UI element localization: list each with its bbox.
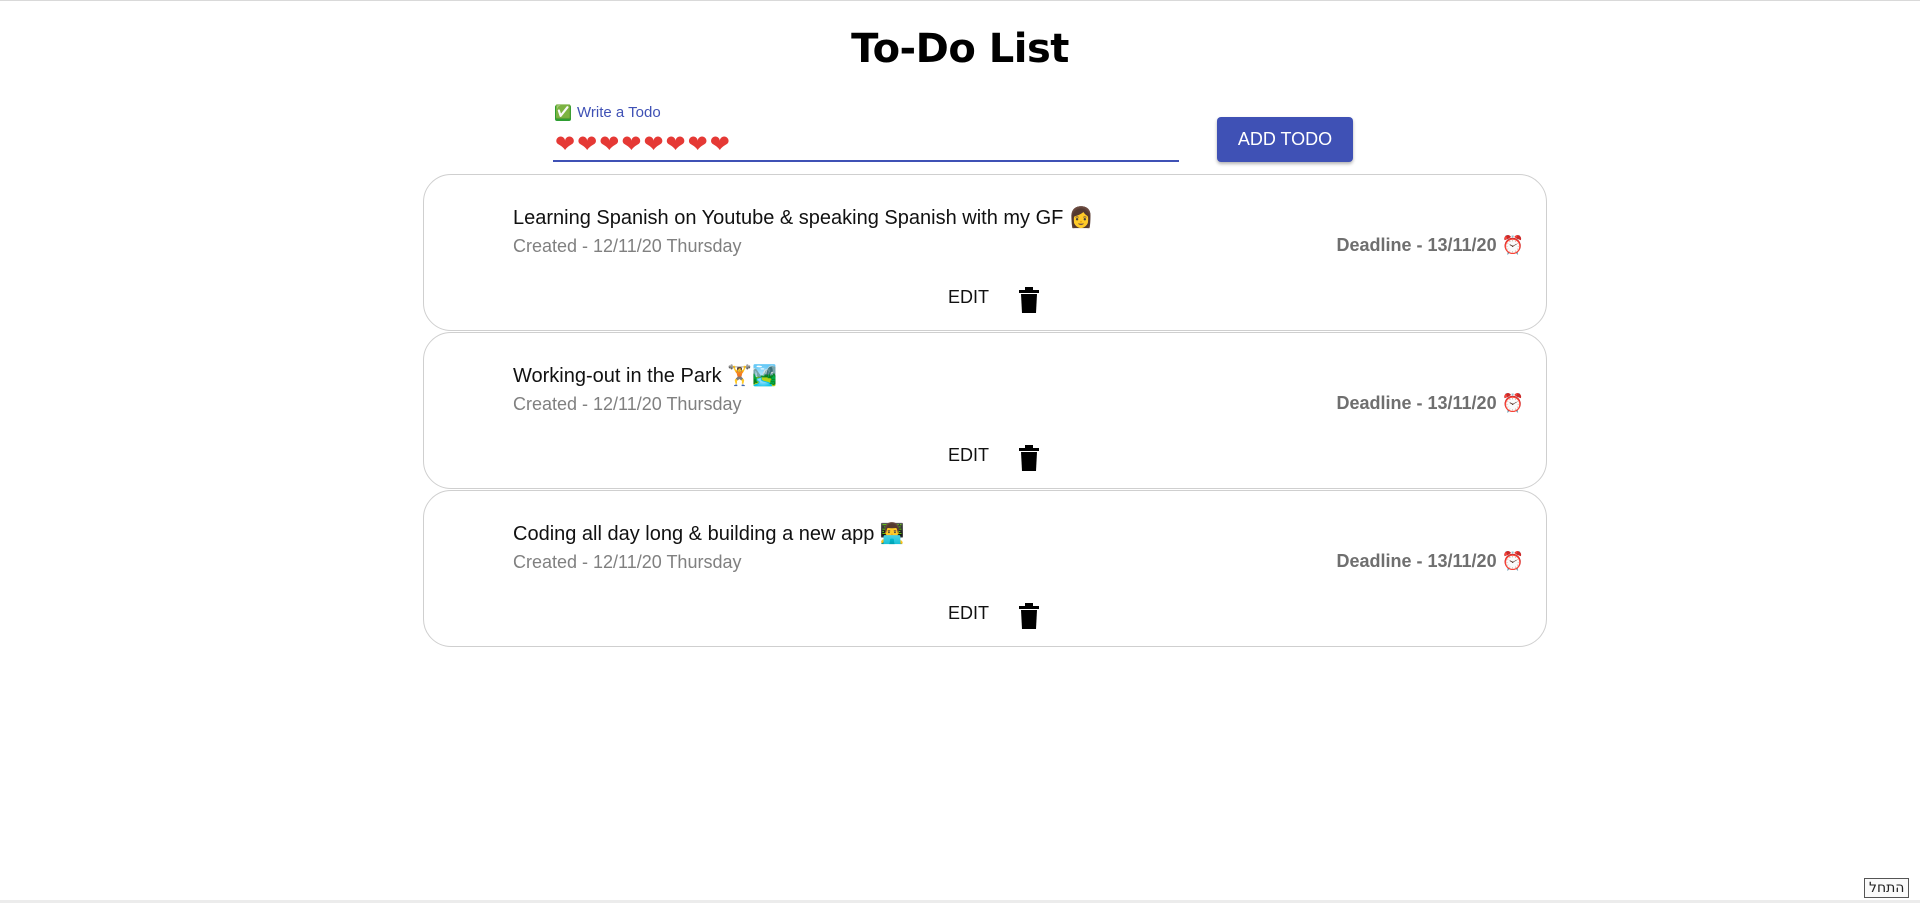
todo-created-date: Created - 12/11/20 Thursday [513,236,742,256]
edit-button[interactable]: EDIT [948,287,989,308]
edit-button[interactable]: EDIT [948,603,989,624]
todo-card: Learning Spanish on Youtube & speaking S… [423,174,1547,331]
edit-button[interactable]: EDIT [948,445,989,466]
todo-deadline: Deadline - 13/11/20 ⏰ [1336,551,1524,571]
trash-icon[interactable] [1018,603,1040,629]
trash-icon[interactable] [1018,445,1040,471]
todo-created-date: Created - 12/11/20 Thursday [513,552,742,572]
todo-created-date: Created - 12/11/20 Thursday [513,394,742,414]
todo-input-label: ✅ Write a Todo [555,104,661,121]
todo-text: Learning Spanish on Youtube & speaking S… [513,207,1094,229]
trash-icon[interactable] [1018,287,1040,313]
page-title: To-Do List [851,26,1069,72]
todo-list: Learning Spanish on Youtube & speaking S… [423,174,1547,648]
top-divider [0,0,1920,1]
start-button[interactable]: התחל [1864,878,1910,898]
todo-input[interactable] [553,128,1179,162]
todo-card: Coding all day long & building a new app… [423,490,1547,647]
todo-card: Working-out in the Park 🏋️🏞️ Created - 1… [423,332,1547,489]
checkmark-icon: ✅ [555,104,572,121]
todo-input-label-text: Write a Todo [577,104,661,121]
todo-text: Coding all day long & building a new app… [513,523,905,545]
todo-deadline: Deadline - 13/11/20 ⏰ [1336,235,1524,255]
todo-deadline: Deadline - 13/11/20 ⏰ [1336,393,1524,413]
todo-text: Working-out in the Park 🏋️🏞️ [513,365,777,387]
add-todo-button[interactable]: ADD TODO [1217,117,1353,162]
